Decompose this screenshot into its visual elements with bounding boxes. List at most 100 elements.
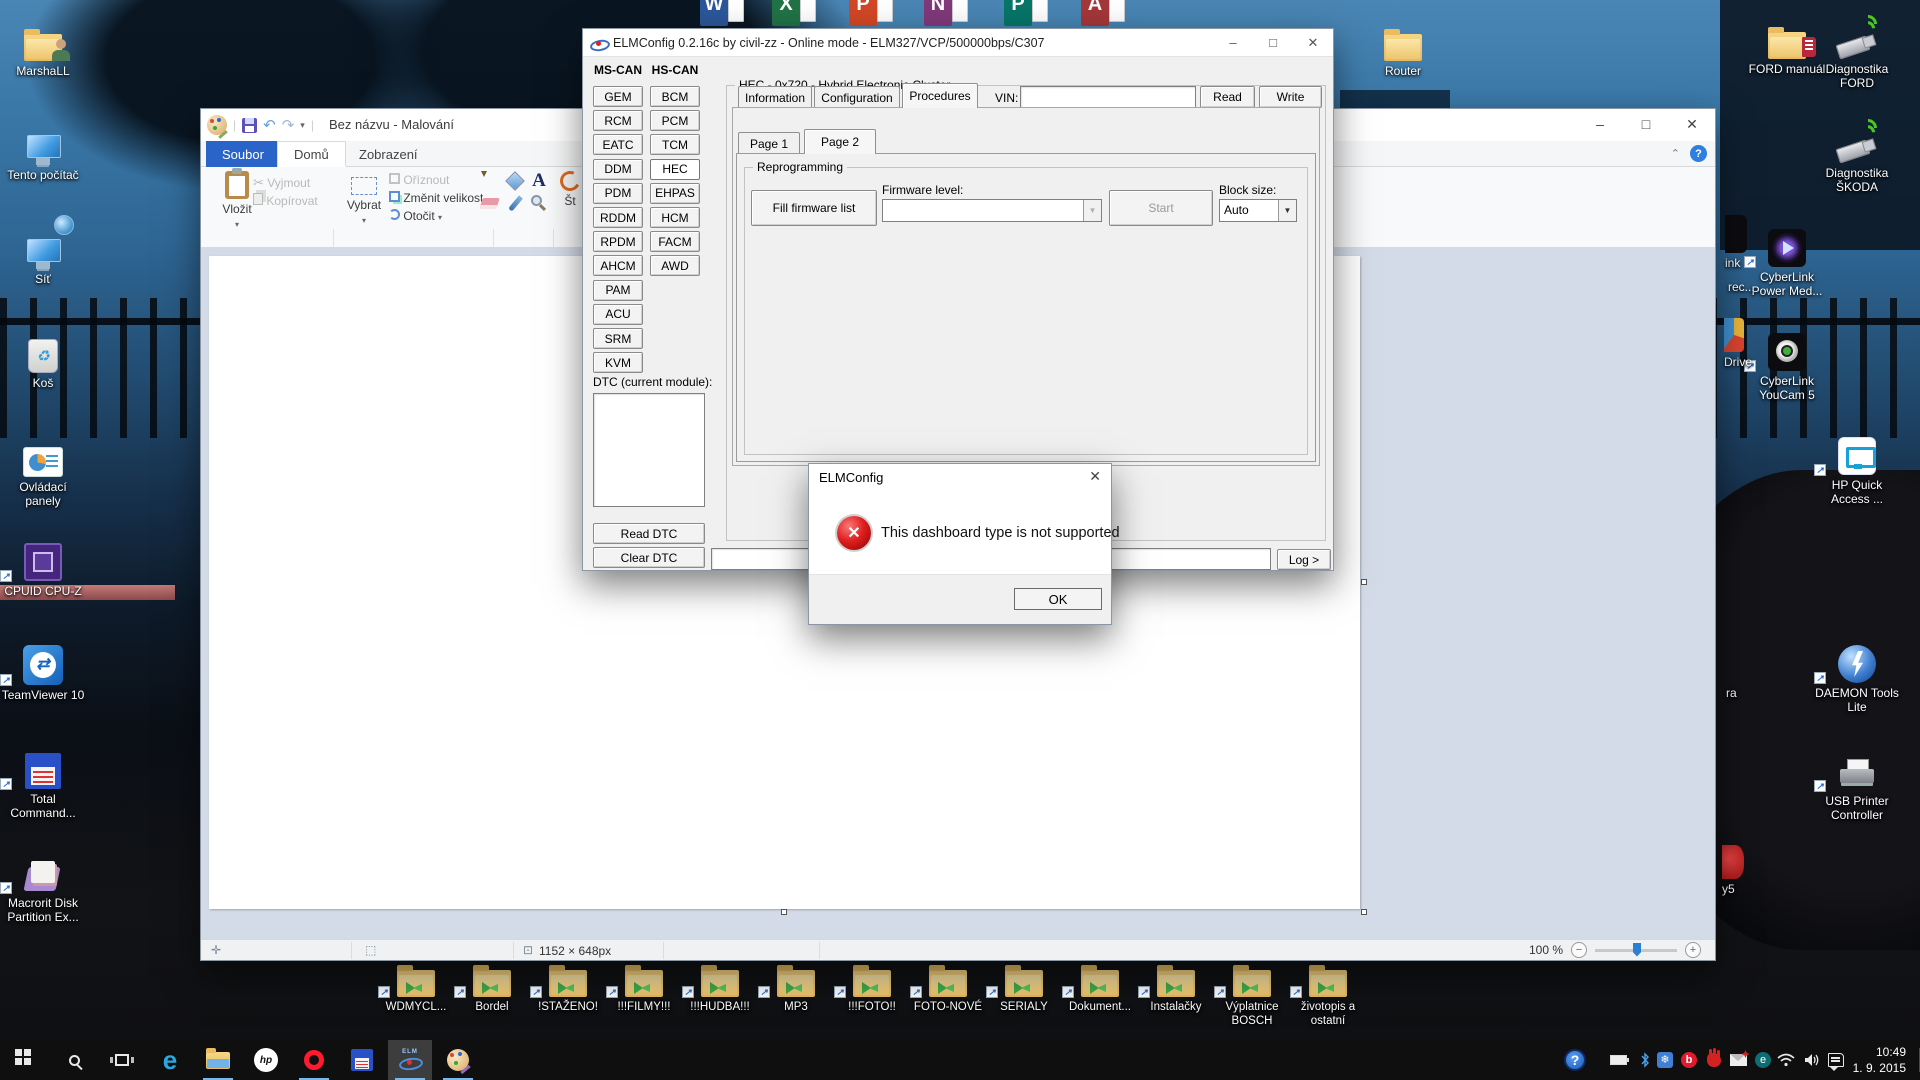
access-icon[interactable]: A [1081,0,1125,26]
tab-configuration[interactable]: Configuration [814,86,900,108]
desktop-folder-serialy[interactable]: ↗SERIALY [986,961,1062,1014]
zoom-slider-thumb[interactable] [1633,943,1641,957]
desktop-folder--hudba-[interactable]: ↗!!!HUDBA!!! [682,961,758,1014]
zoom-slider[interactable] [1595,949,1677,952]
canvas-resize-handle-bottom[interactable] [781,909,787,915]
elmconfig-maximize-button[interactable]: □ [1253,29,1293,56]
tray-wifi-icon[interactable] [1774,1040,1798,1080]
taskbar-edge-button[interactable]: e [148,1040,192,1080]
taskbar-clock[interactable]: 10:49 1. 9. 2015 [1853,1044,1906,1076]
paint-maximize-button[interactable]: □ [1623,109,1669,139]
canvas-resize-handle-right[interactable] [1361,579,1367,585]
desktop-icon-router[interactable]: Router [1360,13,1446,78]
select-button[interactable]: Vybrat ▾ [339,171,389,226]
paint-tab-view[interactable]: Zobrazení [343,141,434,167]
read-dtc-button[interactable]: Read DTC [593,523,705,544]
dialog-close-icon[interactable]: ✕ [1089,468,1101,485]
write-button[interactable]: Write [1259,86,1322,108]
color-picker-tool[interactable] [505,193,525,213]
module-button-gem[interactable]: GEM [593,86,643,107]
desktop-folder-foto-nov-[interactable]: ↗FOTO-NOVÉ [910,961,986,1014]
tray-eset-icon[interactable]: e [1751,1040,1775,1080]
resize-button[interactable]: Změnit velikost [389,191,483,205]
dtc-listbox[interactable] [593,393,705,507]
word-icon[interactable]: W [700,0,744,26]
partial-desktop-icon[interactable]: ink [1725,215,1747,270]
collapse-ribbon-icon[interactable]: ⌃ [1671,147,1680,160]
module-button-ddm[interactable]: DDM [593,159,643,180]
block-size-combobox[interactable]: Auto▼ [1219,199,1297,222]
magnifier-tool[interactable] [529,193,549,213]
paint-close-button[interactable]: ✕ [1669,109,1715,139]
desktop-icon-cyberlink-power-med-[interactable]: ↗CyberLink Power Med... [1744,219,1830,298]
taskbar-total-commander-button[interactable] [340,1040,384,1080]
brushes-button-partial[interactable]: Št [557,171,583,208]
tab-procedures[interactable]: Procedures [902,83,978,108]
crop-button[interactable]: Oříznout [389,173,449,187]
publisher-icon[interactable]: P [1004,0,1048,26]
cut-button[interactable]: ✂ Vyjmout [253,175,310,191]
module-button-tcm[interactable]: TCM [650,134,700,155]
module-button-acu[interactable]: ACU [593,304,643,325]
desktop-icon-cpuid-cpu-z[interactable]: ↗CPUID CPU-Z [0,533,86,598]
taskbar-elmconfig-button[interactable]: ELM [388,1040,432,1080]
redo-icon[interactable]: ↷ [282,118,295,133]
chevron-down-icon[interactable]: ▼ [1083,200,1101,221]
taskbar-opera-button[interactable] [292,1040,336,1080]
pencil-tool[interactable] [481,171,501,191]
tray-beats-audio-icon[interactable]: b [1677,1040,1701,1080]
tray-action-center-icon[interactable] [1824,1040,1848,1080]
partial-desktop-icon[interactable]: rec... [1728,277,1755,294]
chevron-down-icon[interactable]: ▼ [1278,200,1296,221]
onenote-icon[interactable]: N [924,0,968,26]
elmconfig-close-button[interactable]: ✕ [1293,29,1333,56]
module-button-pcm[interactable]: PCM [650,110,700,131]
clear-dtc-button[interactable]: Clear DTC [593,547,705,568]
module-button-rddm[interactable]: RDDM [593,207,643,228]
canvas-resize-handle-corner[interactable] [1361,909,1367,915]
taskbar-hp-button[interactable]: hp [244,1040,288,1080]
module-button-hec[interactable]: HEC [650,159,700,180]
paint-tab-home[interactable]: Domů [277,141,346,167]
copy-button[interactable]: Kopírovat [253,193,318,208]
partial-desktop-icon[interactable]: Drive [1724,318,1752,369]
module-button-rpdm[interactable]: RPDM [593,231,643,252]
log-button[interactable]: Log > [1277,549,1331,570]
desktop-folder-wdmycl-[interactable]: ↗WDMYCL... [378,961,454,1014]
module-button-facm[interactable]: FACM [650,231,700,252]
desktop-folder-dokument-[interactable]: ↗Dokument... [1062,961,1138,1014]
qat-customize-icon[interactable]: ▾ [300,120,305,131]
desktop-folder-bordel[interactable]: ↗Bordel [454,961,530,1014]
firmware-level-combobox[interactable]: ▼ [882,199,1102,222]
module-button-ahcm[interactable]: AHCM [593,255,643,276]
vin-input[interactable] [1020,86,1196,108]
module-button-eatc[interactable]: EATC [593,134,643,155]
paint-tab-file[interactable]: Soubor [206,141,280,167]
desktop-icon-marshall[interactable]: MarshaLL [0,13,86,78]
fill-firmware-list-button[interactable]: Fill firmware list [751,190,877,226]
tray-snowflake-icon[interactable]: ❄ [1653,1040,1677,1080]
desktop-icon-s-[interactable]: Síť [0,221,86,286]
desktop-folder--filmy-[interactable]: ↗!!!FILMY!!! [606,961,682,1014]
desktop-icon-diagnostika-koda[interactable]: Diagnostika ŠKODA [1814,115,1900,194]
desktop-folder-v-platnice-bosch[interactable]: ↗Výplatnice BOSCH [1214,961,1290,1028]
module-button-hcm[interactable]: HCM [650,207,700,228]
read-button[interactable]: Read [1200,86,1255,108]
desktop-folder--ivotopis-a-ostatn-[interactable]: ↗životopis a ostatní [1290,961,1366,1028]
module-button-srm[interactable]: SRM [593,328,643,349]
excel-icon[interactable]: X [772,0,816,26]
taskbar-task-view-button[interactable] [100,1040,144,1080]
desktop-folder-mp3[interactable]: ↗MP3 [758,961,834,1014]
eraser-tool[interactable] [481,193,501,213]
tray-help-icon[interactable]: ? [1563,1040,1587,1080]
rotate-button[interactable]: Otočit ▾ [389,209,442,223]
module-button-ehpas[interactable]: EHPAS [650,183,700,204]
taskbar-start-button[interactable] [4,1040,48,1080]
elmconfig-minimize-button[interactable]: – [1213,29,1253,56]
tab-information[interactable]: Information [738,86,812,108]
desktop-folder--sta-eno-[interactable]: ↗!STAŽENO! [530,961,606,1014]
desktop-icon-tento-po-ta-[interactable]: Tento počítač [0,117,86,182]
tray-bloody-mouse-icon[interactable] [1702,1040,1726,1080]
help-icon[interactable]: ? [1690,145,1707,162]
powerpoint-icon[interactable]: P [849,0,893,26]
